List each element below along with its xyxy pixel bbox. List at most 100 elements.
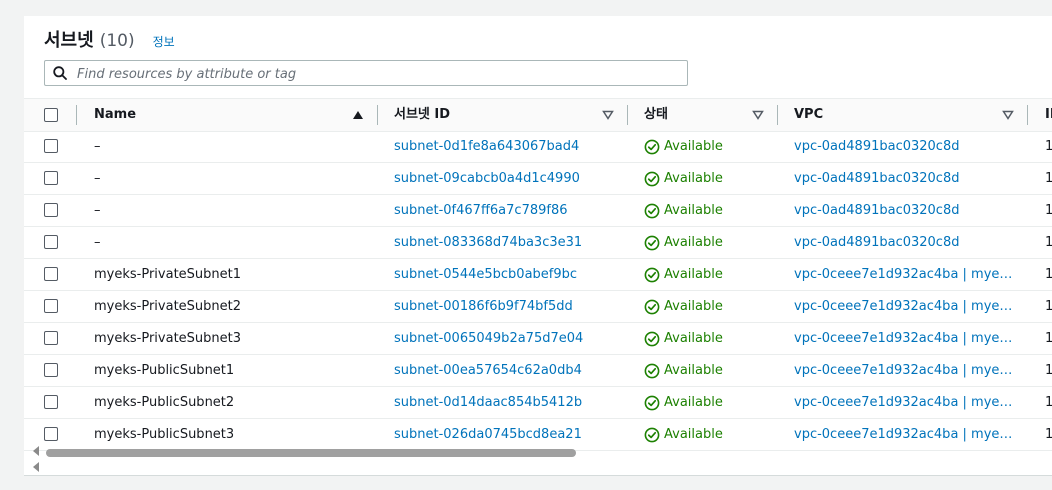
vpc-link[interactable]: vpc-0ad4891bac0320c8d (794, 163, 1014, 194)
column-divider[interactable] (76, 105, 77, 125)
ip-value: 1 (1045, 227, 1052, 258)
ip-value: 1 (1045, 387, 1052, 418)
table-row[interactable]: – subnet-083368d74ba3c3e31 Available vpc-0a… (24, 227, 1052, 259)
select-all-checkbox[interactable] (44, 108, 58, 122)
table-row[interactable]: myeks-PublicSubnet2 subnet-0d14daac854b54… (24, 387, 1052, 419)
status-label: Available (664, 395, 723, 410)
status-label: Available (664, 331, 723, 346)
search-input[interactable] (75, 64, 679, 84)
sort-descending-icon[interactable] (602, 110, 614, 120)
column-divider[interactable] (1027, 105, 1028, 125)
column-divider[interactable] (777, 105, 778, 125)
status-label: Available (664, 139, 723, 154)
sort-ascending-icon[interactable] (352, 110, 364, 120)
subnet-state: Available (644, 291, 774, 322)
row-checkbox[interactable] (44, 139, 58, 153)
status-label: Available (664, 299, 723, 314)
vpc-link[interactable]: vpc-0ad4891bac0320c8d (794, 227, 1014, 258)
row-checkbox[interactable] (44, 363, 58, 377)
subnet-name: myeks-PrivateSubnet3 (94, 331, 242, 346)
check-circle-icon (644, 427, 660, 443)
table-row[interactable]: – subnet-09cabcb0a4d1c4990 Available vpc-0a… (24, 163, 1052, 195)
status-label: Available (664, 203, 723, 218)
subnet-state: Available (644, 131, 774, 162)
column-header-name[interactable]: Name (94, 99, 136, 131)
row-checkbox[interactable] (44, 267, 58, 281)
subnet-state: Available (644, 195, 774, 226)
subnet-name: – (94, 171, 101, 186)
column-divider[interactable] (377, 105, 378, 125)
table-row[interactable]: myeks-PrivateSubnet3 subnet-0065049b2a75d… (24, 323, 1052, 355)
row-checkbox[interactable] (44, 299, 58, 313)
table-row[interactable]: myeks-PrivateSubnet1 subnet-0544e5bcb0abe… (24, 259, 1052, 291)
panel-header: 서브넷 (10) 정보 (44, 26, 175, 52)
column-header-vpc[interactable]: VPC (794, 99, 823, 131)
subnet-id-link[interactable]: subnet-09cabcb0a4d1c4990 (394, 163, 624, 194)
subnet-name: – (94, 139, 101, 154)
row-checkbox[interactable] (44, 331, 58, 345)
subnet-name: myeks-PublicSubnet2 (94, 395, 235, 410)
search-icon (53, 66, 67, 80)
check-circle-icon (644, 267, 660, 283)
check-circle-icon (644, 395, 660, 411)
column-header-state[interactable]: 상태 (644, 99, 668, 131)
sort-descending-icon[interactable] (1002, 110, 1014, 120)
table-row[interactable]: – subnet-0f467ff6a7c789f86 Available vpc-0a… (24, 195, 1052, 227)
search-box[interactable] (44, 60, 688, 86)
check-circle-icon (644, 171, 660, 187)
subnet-state: Available (644, 259, 774, 290)
vpc-link[interactable]: vpc-0ad4891bac0320c8d (794, 195, 1014, 226)
sort-descending-icon[interactable] (752, 110, 764, 120)
subnet-id-link[interactable]: subnet-0544e5bcb0abef9bc (394, 259, 624, 290)
caret-left-icon[interactable] (32, 446, 40, 456)
row-checkbox[interactable] (44, 427, 58, 441)
caret-left-icon[interactable] (32, 462, 40, 472)
info-link[interactable]: 정보 (153, 33, 175, 50)
table-row[interactable]: myeks-PrivateSubnet2 subnet-00186f6b9f74b… (24, 291, 1052, 323)
table-row[interactable]: myeks-PublicSubnet1 subnet-00ea57654c62a0… (24, 355, 1052, 387)
vpc-link[interactable]: vpc-0ceee7e1d932ac4ba | myek... (794, 259, 1014, 290)
column-header-ip[interactable]: IP (1045, 99, 1052, 131)
subnet-name: – (94, 203, 101, 218)
check-circle-icon (644, 299, 660, 315)
status-label: Available (664, 363, 723, 378)
ip-value: 1 (1045, 291, 1052, 322)
vpc-link[interactable]: vpc-0ceee7e1d932ac4ba | myek... (794, 355, 1014, 386)
subnet-id-link[interactable]: subnet-0d14daac854b5412b (394, 387, 624, 418)
vpc-link[interactable]: vpc-0ceee7e1d932ac4ba | myek... (794, 323, 1014, 354)
check-circle-icon (644, 139, 660, 155)
subnets-panel: 서브넷 (10) 정보 Name 서브넷 ID 상태 VPC (24, 16, 1052, 476)
subnet-state: Available (644, 387, 774, 418)
table-row[interactable]: – subnet-0d1fe8a643067bad4 Available vpc-0a… (24, 131, 1052, 163)
vpc-link[interactable]: vpc-0ad4891bac0320c8d (794, 131, 1014, 162)
ip-value: 1 (1045, 259, 1052, 290)
status-label: Available (664, 235, 723, 250)
page-title: 서브넷 (44, 30, 94, 51)
subnet-name: – (94, 235, 101, 250)
scrollbar-thumb[interactable] (46, 449, 576, 457)
row-checkbox[interactable] (44, 395, 58, 409)
subnet-id-link[interactable]: subnet-0065049b2a75d7e04 (394, 323, 624, 354)
subnet-state: Available (644, 323, 774, 354)
subnet-id-link[interactable]: subnet-0d1fe8a643067bad4 (394, 131, 624, 162)
subnet-id-link[interactable]: subnet-0f467ff6a7c789f86 (394, 195, 624, 226)
subnet-name: myeks-PrivateSubnet1 (94, 267, 242, 282)
ip-value: 1 (1045, 163, 1052, 194)
check-circle-icon (644, 235, 660, 251)
row-checkbox[interactable] (44, 235, 58, 249)
column-header-subnet-id[interactable]: 서브넷 ID (394, 99, 450, 131)
status-label: Available (664, 267, 723, 282)
subnet-id-link[interactable]: subnet-00ea57654c62a0db4 (394, 355, 624, 386)
status-label: Available (664, 171, 723, 186)
vpc-link[interactable]: vpc-0ceee7e1d932ac4ba | myek... (794, 291, 1014, 322)
subnet-id-link[interactable]: subnet-00186f6b9f74bf5dd (394, 291, 624, 322)
subnet-state: Available (644, 163, 774, 194)
row-checkbox[interactable] (44, 171, 58, 185)
row-checkbox[interactable] (44, 203, 58, 217)
subnet-name: myeks-PublicSubnet1 (94, 363, 235, 378)
column-divider[interactable] (627, 105, 628, 125)
subnet-id-link[interactable]: subnet-083368d74ba3c3e31 (394, 227, 624, 258)
subnet-state: Available (644, 355, 774, 386)
subnet-state: Available (644, 227, 774, 258)
vpc-link[interactable]: vpc-0ceee7e1d932ac4ba | myek... (794, 387, 1014, 418)
